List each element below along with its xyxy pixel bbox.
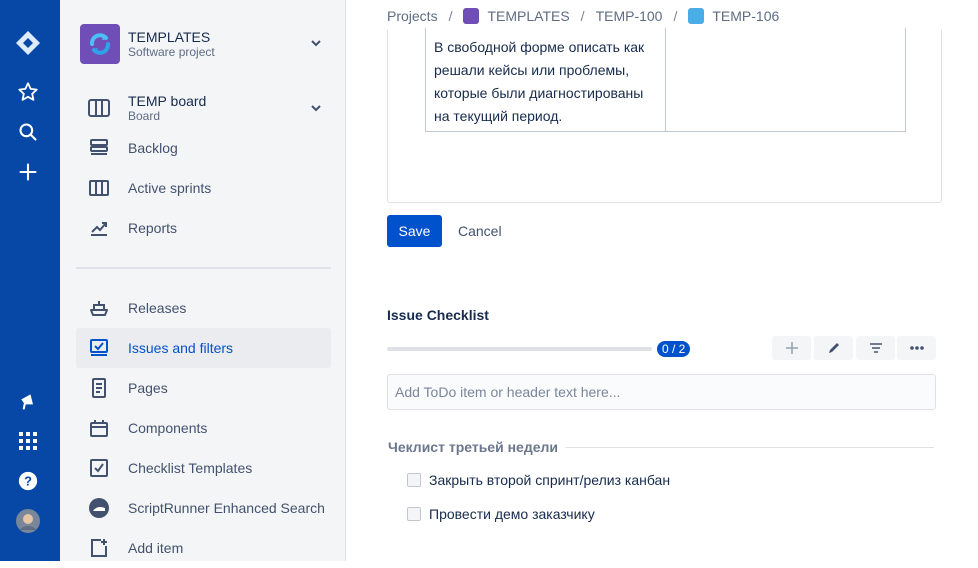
sidebar-item-label: Checklist Templates [128,460,253,476]
edit-checklist-button[interactable] [814,336,853,360]
description-editor[interactable]: В свободной форме описать как решали кей… [387,28,942,203]
pencil-icon [828,343,839,353]
breadcrumb: Projects / TEMPLATES / TEMP-100 / TEMP-1… [387,8,779,24]
sidebar-item-label: Active sprints [128,180,212,196]
reports-icon [88,217,110,239]
project-name: TEMPLATES [128,29,211,45]
table-cell-empty[interactable] [666,28,905,131]
global-navigation: ? [0,0,60,561]
sprints-icon [88,177,110,199]
plus-icon [785,342,798,354]
board-switcher-chevron-icon[interactable] [310,102,322,117]
search-icon[interactable] [14,118,42,146]
board-switcher[interactable]: TEMP board Board [76,88,331,128]
backlog-icon [88,137,110,159]
sidebar-item-checklist-templates[interactable]: Checklist Templates [76,448,331,488]
svg-text:?: ? [24,474,32,489]
sidebar-item-label: Issues and filters [128,340,234,356]
ship-icon [88,297,110,319]
page-icon [88,377,110,399]
checklist-checkbox[interactable] [407,473,421,487]
sidebar-item-components[interactable]: Components [76,408,331,448]
sidebar-item-label: Components [128,420,208,436]
checklist-icon [88,457,110,479]
add-item-icon [88,537,110,559]
checklist-item-text: Провести демо заказчику [429,506,595,522]
breadcrumb-projects[interactable]: Projects [387,8,438,24]
filter-checklist-button[interactable] [856,336,895,360]
sidebar-item-label: Pages [128,380,168,396]
checklist-progress-badge: 0 / 2 [657,341,691,357]
checklist-checkbox[interactable] [407,507,421,521]
issues-icon [88,337,110,359]
more-icon [909,346,924,350]
user-avatar[interactable] [14,507,42,535]
breadcrumb-separator: / [673,8,678,24]
sidebar-item-label: Add item [128,540,184,556]
filter-icon [869,343,882,353]
breadcrumb-parent-issue[interactable]: TEMP-100 [596,8,663,24]
cancel-button[interactable]: Cancel [450,215,510,247]
plus-icon[interactable] [14,158,42,186]
breadcrumb-project[interactable]: TEMPLATES [487,8,569,24]
sidebar-item-add-item[interactable]: Add item [76,528,331,568]
todo-input[interactable] [387,374,936,410]
sidebar-item-backlog[interactable]: Backlog [76,128,331,168]
board-icon [88,97,110,119]
sidebar-item-label: Backlog [128,140,178,156]
sidebar-item-issues-and-filters[interactable]: Issues and filters [76,328,331,368]
sidebar-item-label: ScriptRunner Enhanced Search [128,500,325,516]
sidebar-item-label: Releases [128,300,187,316]
component-icon [88,417,110,439]
help-icon[interactable]: ? [14,467,42,495]
board-name: TEMP board [128,93,207,109]
project-avatar-icon [463,8,480,24]
project-type: Software project [128,45,215,59]
save-button[interactable]: Save [387,215,442,247]
sidebar-divider [76,267,331,269]
more-options-button[interactable] [897,336,936,360]
checklist-title: Issue Checklist [387,307,489,323]
breadcrumb-issue[interactable]: TEMP-106 [712,8,779,24]
breadcrumb-separator: / [580,8,585,24]
checklist-item[interactable]: Провести демо заказчику [407,506,595,522]
scriptrunner-icon [88,497,110,519]
sidebar-item-reports[interactable]: Reports [76,208,331,248]
issue-main-content: Projects / TEMPLATES / TEMP-100 / TEMP-1… [347,0,978,561]
sidebar-item-active-sprints[interactable]: Active sprints [76,168,331,208]
add-item-button[interactable] [772,336,811,360]
sidebar-item-scriptrunner-enhanced-search[interactable]: ScriptRunner Enhanced Search [76,488,331,528]
project-sidebar: TEMPLATES Software project TEMP board Bo… [60,0,346,561]
breadcrumb-separator: / [448,8,453,24]
checklist-header: Чеклист третьей недели [388,439,559,455]
megaphone-icon[interactable] [14,387,42,415]
checklist-header-divider [565,447,934,448]
checklist-item-text: Закрыть второй спринт/релиз канбан [429,472,671,488]
checklist-progress-bar [387,347,652,351]
subtask-icon [688,8,705,24]
jira-logo-icon[interactable] [14,29,42,57]
project-switcher-chevron-icon[interactable] [310,37,322,52]
description-table: В свободной форме описать как решали кей… [425,28,906,132]
star-icon[interactable] [14,78,42,106]
sidebar-item-pages[interactable]: Pages [76,368,331,408]
project-avatar [80,24,120,64]
checklist-item[interactable]: Закрыть второй спринт/релиз канбан [407,472,670,488]
sidebar-item-label: Reports [128,220,178,236]
table-cell[interactable]: В свободной форме описать как решали кей… [426,28,666,131]
app-switcher-icon[interactable] [14,427,42,455]
board-type: Board [128,109,161,123]
sidebar-item-releases[interactable]: Releases [76,288,331,328]
